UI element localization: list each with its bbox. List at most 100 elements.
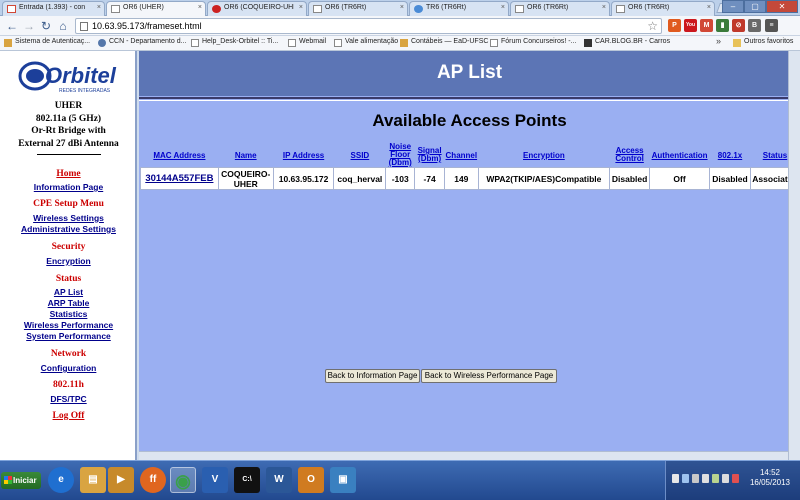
cell-ssid: coq_herval xyxy=(333,167,387,190)
adblock-icon[interactable]: ⊘ xyxy=(732,19,745,32)
close-icon[interactable]: × xyxy=(299,4,303,11)
tray-alert-icon[interactable] xyxy=(732,474,739,483)
bookmark-item[interactable]: Help_Desk-Orbitel :: Ti... xyxy=(191,38,278,47)
tray-battery-icon[interactable] xyxy=(712,474,719,483)
bookmark-item[interactable]: CAR.BLOG.BR - Carros xyxy=(584,38,670,47)
outlook-icon[interactable]: O xyxy=(298,467,324,493)
forward-arrow-icon[interactable]: → xyxy=(22,19,36,33)
col-8021x[interactable]: 802.1x xyxy=(710,143,751,168)
media-icon[interactable]: ▶ xyxy=(108,467,134,493)
ap-list-link[interactable]: AP List xyxy=(0,287,137,297)
youtube-icon[interactable]: You xyxy=(684,19,697,32)
col-noise-floor[interactable]: Noise Floor (Dbm) xyxy=(386,143,415,168)
close-icon[interactable]: × xyxy=(707,4,711,11)
start-button[interactable]: Iniciar xyxy=(1,472,41,489)
administrative-settings-link[interactable]: Administrative Settings xyxy=(0,224,137,234)
table-row: 30144A557FEB COQUEIRO-UHER 10.63.95.172 … xyxy=(140,167,800,190)
tray-device-icon[interactable] xyxy=(692,474,699,483)
bookmark-ext-icon[interactable]: B xyxy=(748,19,761,32)
tab-or6-tr6rt-3[interactable]: OR6 (TR6Rt) × xyxy=(611,1,715,16)
chart-ext-icon[interactable]: ▮ xyxy=(716,19,729,32)
page-icon xyxy=(313,5,322,13)
bookmarks-more-button[interactable]: » xyxy=(716,36,721,46)
col-mac-address[interactable]: MAC Address xyxy=(141,143,219,168)
close-icon[interactable]: × xyxy=(97,4,101,11)
arp-table-link[interactable]: ARP Table xyxy=(0,298,137,308)
tab-or6-tr6rt-2[interactable]: OR6 (TR6Rt) × xyxy=(510,1,610,16)
bookmark-item[interactable]: Sistema de Autenticaç... xyxy=(4,38,90,47)
reload-icon[interactable]: ↻ xyxy=(39,19,53,33)
maximize-button[interactable]: ▢ xyxy=(744,0,766,13)
dfs-tpc-link[interactable]: DFS/TPC xyxy=(0,394,137,404)
paint-icon[interactable]: ▣ xyxy=(330,467,356,493)
network-heading: Network xyxy=(50,349,87,359)
ie-icon[interactable]: e xyxy=(48,467,74,493)
close-icon[interactable]: × xyxy=(400,4,404,11)
tab-label: OR6 (TR6Rt) xyxy=(628,4,670,11)
wireless-settings-link[interactable]: Wireless Settings xyxy=(0,213,137,223)
encryption-link[interactable]: Encryption xyxy=(0,256,137,266)
back-to-information-button[interactable]: Back to Information Page xyxy=(325,369,420,383)
bookmark-item[interactable]: Contábeis — EaD-UFSC xyxy=(400,38,488,47)
clock[interactable]: 14:52 16/05/2013 xyxy=(750,468,790,488)
home-link[interactable]: Home xyxy=(0,169,137,179)
system-performance-link[interactable]: System Performance xyxy=(0,331,137,341)
windows-flag-icon xyxy=(4,476,12,484)
header-divider xyxy=(139,97,800,101)
col-access-control[interactable]: Access Control xyxy=(610,143,650,168)
configuration-link[interactable]: Configuration xyxy=(0,363,137,373)
col-name[interactable]: Name xyxy=(218,143,273,168)
tab-label: OR6 (TR6Rt) xyxy=(325,4,367,11)
back-arrow-icon[interactable]: ← xyxy=(5,19,19,33)
log-off-link[interactable]: Log Off xyxy=(0,411,137,421)
close-icon[interactable]: × xyxy=(501,4,505,11)
tab-or6-coqueiro[interactable]: OR6 (COQUEIRO-UHE × xyxy=(207,1,307,16)
address-bar[interactable]: 10.63.95.173/frameset.html ☆ xyxy=(75,18,662,34)
close-icon[interactable]: × xyxy=(602,4,606,11)
firefox-icon[interactable]: ff xyxy=(140,467,166,493)
col-encryption[interactable]: Encryption xyxy=(478,143,610,168)
vnc-icon[interactable]: V xyxy=(202,467,228,493)
explorer-icon[interactable]: ▤ xyxy=(80,467,106,493)
tab-or6-tr6rt-1[interactable]: OR6 (TR6Rt) × xyxy=(308,1,408,16)
tray-network-icon[interactable] xyxy=(682,474,689,483)
tray-monitor-icon[interactable] xyxy=(722,474,729,483)
col-authentication[interactable]: Authentication xyxy=(650,143,710,168)
bookmark-item[interactable]: CCN - Departamento d... xyxy=(98,38,186,47)
cell-mac-address[interactable]: 30144A557FEB xyxy=(140,167,219,190)
col-signal[interactable]: Signal (Dbm) xyxy=(415,143,445,168)
gmail-icon xyxy=(7,5,16,13)
information-page-link[interactable]: Information Page xyxy=(0,182,137,192)
word-icon[interactable]: W xyxy=(266,467,292,493)
tab-gmail[interactable]: Entrada (1.393) - con × xyxy=(2,1,105,16)
bookmark-star-icon[interactable]: ☆ xyxy=(647,19,658,33)
home-icon[interactable]: ⌂ xyxy=(56,19,70,33)
tray-volume-icon[interactable] xyxy=(702,474,709,483)
url-text: 10.63.95.173/frameset.html xyxy=(92,21,202,31)
chrome-icon[interactable]: ◉ xyxy=(170,467,196,493)
bookmark-item[interactable]: Webmail xyxy=(288,38,326,47)
tray-arrow-icon[interactable] xyxy=(672,474,679,483)
horizontal-scrollbar[interactable] xyxy=(139,451,788,460)
cell-8021x: Disabled xyxy=(709,167,751,190)
other-bookmarks-folder[interactable]: Outros favoritos xyxy=(733,38,793,47)
window-close-button[interactable]: ✕ xyxy=(766,0,798,13)
close-icon[interactable]: × xyxy=(198,4,202,11)
tab-or6-uher[interactable]: OR6 (UHER) × xyxy=(106,1,206,17)
cmd-icon[interactable]: C:\ xyxy=(234,467,260,493)
minimize-button[interactable]: – xyxy=(722,0,744,13)
wrench-icon[interactable]: ≡ xyxy=(765,19,778,32)
back-to-wireless-performance-button[interactable]: Back to Wireless Performance Page xyxy=(421,369,557,383)
bookmark-item[interactable]: Fórum Concurseiros! -... xyxy=(490,38,576,47)
statistics-link[interactable]: Statistics xyxy=(0,309,137,319)
vertical-scrollbar[interactable] xyxy=(788,51,800,460)
col-channel[interactable]: Channel xyxy=(445,143,479,168)
col-ip-address[interactable]: IP Address xyxy=(273,143,334,168)
col-ssid[interactable]: SSID xyxy=(334,143,386,168)
bookmark-item[interactable]: Vale alimentação xyxy=(334,38,398,47)
p-ext-icon[interactable]: P xyxy=(668,19,681,32)
svg-text:Orbitel: Orbitel xyxy=(45,63,117,88)
tab-tr6-tr6rt[interactable]: TR6 (TR6Rt) × xyxy=(409,1,509,16)
gmail-ext-icon[interactable]: M xyxy=(700,19,713,32)
wireless-performance-link[interactable]: Wireless Performance xyxy=(0,320,137,330)
